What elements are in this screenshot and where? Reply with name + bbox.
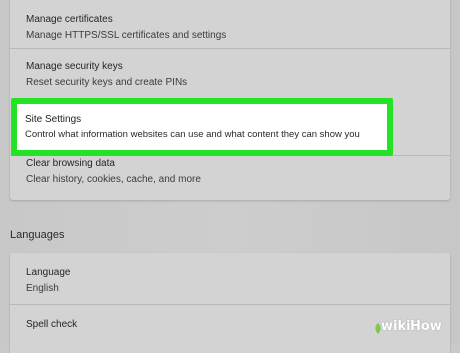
row-description: Manage HTTPS/SSL certificates and settin… xyxy=(26,30,227,41)
languages-heading: Languages xyxy=(10,229,65,241)
row-title: Clear browsing data xyxy=(26,158,115,169)
row-description: English xyxy=(26,283,59,294)
row-description: Clear history, cookies, cache, and more xyxy=(26,174,201,185)
settings-row-language[interactable]: Language English xyxy=(10,253,450,303)
watermark-how-text: How xyxy=(410,319,442,334)
row-title: Language xyxy=(26,267,71,278)
site-settings-title: Site Settings xyxy=(25,114,82,125)
wikihow-watermark: wiki How xyxy=(374,317,452,339)
settings-row-manage-security-keys[interactable]: Manage security keys Reset security keys… xyxy=(10,49,450,95)
settings-row-site-settings[interactable] xyxy=(17,104,387,150)
settings-row-clear-browsing-data[interactable]: Clear browsing data Clear history, cooki… xyxy=(10,156,450,198)
settings-row-manage-certificates[interactable]: Manage certificates Manage HTTPS/SSL cer… xyxy=(10,0,450,46)
row-title: Manage certificates xyxy=(26,14,113,25)
settings-page: Manage certificates Manage HTTPS/SSL cer… xyxy=(0,0,460,353)
row-description: Reset security keys and create PINs xyxy=(26,77,188,88)
watermark-wiki-text: wiki xyxy=(381,319,411,334)
site-settings-description: Control what information websites can us… xyxy=(25,129,360,140)
row-title: Spell check xyxy=(26,319,78,330)
row-title: Manage security keys xyxy=(26,61,123,72)
